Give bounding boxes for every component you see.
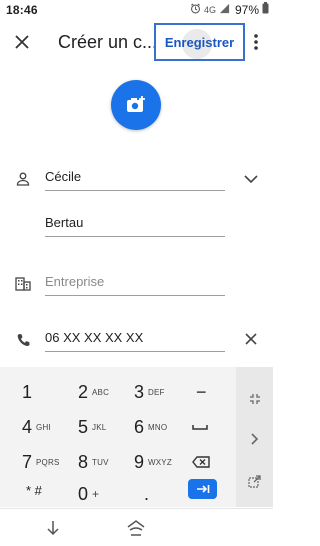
hide-keyboard-button[interactable]: [42, 517, 64, 539]
key-4[interactable]: 4 GHI: [22, 412, 80, 442]
close-button[interactable]: [10, 30, 34, 54]
key-sublabel: TUV: [92, 457, 109, 467]
page-title: Créer un c...: [58, 32, 158, 52]
key-label: 7: [22, 451, 33, 472]
key-7[interactable]: 7 PQRS: [22, 447, 80, 477]
key-9[interactable]: 9 WXYZ: [134, 447, 192, 477]
open-in-new-icon: [248, 475, 261, 488]
key-sublabel: MNO: [148, 422, 168, 432]
alarm-icon: [190, 3, 201, 17]
fullscreen-exit-button[interactable]: [246, 390, 264, 408]
first-name-value: Cécile: [45, 169, 82, 184]
key-label: 0: [78, 483, 89, 504]
backspace-icon: [192, 456, 210, 468]
key-label: 2: [78, 381, 89, 402]
floating-keyboard-button[interactable]: [246, 472, 264, 490]
company-placeholder: Entreprise: [45, 274, 105, 289]
key-sublabel: WXYZ: [148, 457, 172, 467]
phone-value: 06 XX XX XX XX: [45, 330, 144, 345]
home-button[interactable]: [125, 517, 147, 539]
key-label: −: [196, 381, 207, 402]
business-icon: [14, 275, 32, 293]
battery-percent: 97%: [234, 2, 259, 17]
add-photo-icon: [127, 96, 145, 112]
phone-field[interactable]: 06 XX XX XX XX: [45, 330, 225, 352]
key-sublabel: DEF: [148, 387, 165, 397]
key-sublabel: +: [92, 487, 100, 501]
person-icon: [14, 170, 32, 188]
space-key[interactable]: [192, 412, 250, 442]
status-bar: 18:46 4G 97%: [0, 0, 273, 20]
key-6[interactable]: 6 MNO: [134, 412, 192, 442]
save-button-label: Enregistrer: [164, 34, 235, 50]
app-bar: Créer un c... Enregistrer: [0, 20, 273, 64]
last-name-value: Bertau: [45, 215, 84, 230]
key-1[interactable]: 1: [22, 377, 80, 407]
key-5[interactable]: 5 JKL: [78, 412, 136, 442]
home-icon: [127, 520, 145, 536]
keyboard-next-button[interactable]: [246, 430, 264, 448]
close-icon: [245, 333, 257, 345]
backspace-key[interactable]: [192, 447, 250, 477]
key-star-hash[interactable]: * #: [26, 475, 84, 505]
add-photo-button[interactable]: [111, 80, 161, 130]
key-8[interactable]: 8 TUV: [78, 447, 136, 477]
key-label: 4: [22, 416, 33, 437]
key-0[interactable]: 0 +: [78, 479, 136, 509]
key-sublabel: PQRS: [36, 457, 60, 467]
expand-name-button[interactable]: [242, 170, 260, 188]
key-label: 1: [22, 381, 33, 402]
chevron-right-icon: [251, 433, 259, 445]
key-label: .: [144, 483, 150, 504]
signal-icon: [219, 3, 230, 17]
key-sublabel: JKL: [92, 422, 107, 432]
first-name-field[interactable]: Cécile: [45, 169, 225, 191]
key-label: 5: [78, 416, 89, 437]
key-2[interactable]: 2 ABC: [78, 377, 136, 407]
save-button[interactable]: Enregistrer: [154, 23, 245, 61]
key-label: * #: [26, 482, 42, 498]
key-label: 3: [134, 381, 145, 402]
status-icons: 4G 97%: [190, 2, 269, 17]
key-label: 9: [134, 451, 145, 472]
last-name-field[interactable]: Bertau: [45, 215, 225, 237]
tab-next-icon: [196, 485, 209, 493]
key-3[interactable]: 3 DEF: [134, 377, 192, 407]
fullscreen-exit-icon: [250, 394, 260, 404]
company-field[interactable]: Entreprise: [45, 274, 225, 296]
next-field-key[interactable]: [188, 479, 217, 499]
key-sublabel: GHI: [36, 422, 51, 432]
navigation-bar: [0, 508, 273, 546]
key-label: 6: [134, 416, 145, 437]
network-type: 4G: [203, 4, 216, 15]
battery-icon: [262, 2, 269, 17]
close-icon: [15, 35, 29, 49]
more-options-button[interactable]: [248, 30, 264, 54]
more-vert-icon: [254, 34, 258, 50]
phone-icon: [14, 331, 32, 349]
key-sublabel: ABC: [92, 387, 110, 397]
arrow-down-icon: [47, 521, 59, 536]
chevron-down-icon: [244, 174, 258, 183]
space-icon: [192, 425, 208, 430]
status-time: 18:46: [6, 3, 38, 17]
key-label: 8: [78, 451, 89, 472]
clear-phone-button[interactable]: [242, 330, 260, 348]
